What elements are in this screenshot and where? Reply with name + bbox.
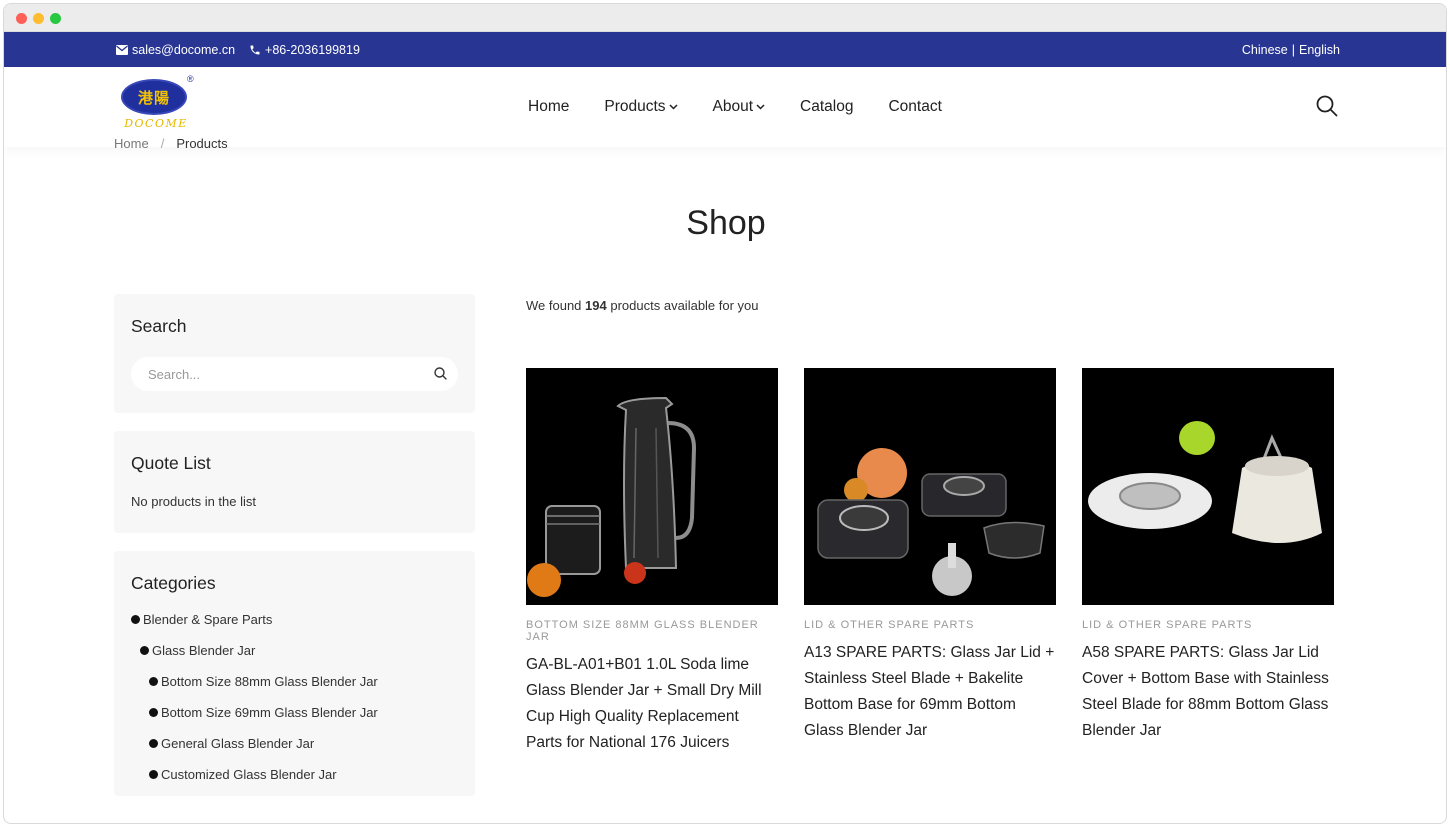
bullet-icon <box>149 677 158 686</box>
browser-window: sales@docome.cn +86-2036199819 Chinese |… <box>3 3 1447 824</box>
nav-contact-label: Contact <box>888 98 942 115</box>
categories-title: Categories <box>131 573 216 593</box>
category-item[interactable]: Customized Glass Blender Jar <box>131 759 458 790</box>
window-titlebar <box>4 4 1446 32</box>
product-card[interactable]: LID & OTHER SPARE PARTS A13 SPARE PARTS:… <box>804 368 1056 756</box>
nav-about[interactable]: About <box>713 98 766 116</box>
nav-products[interactable]: Products <box>604 98 678 116</box>
product-title[interactable]: GA-BL-A01+B01 1.0L Soda lime Glass Blend… <box>526 652 778 756</box>
results-prefix: We found <box>526 298 582 313</box>
category-label: Blender & Spare Parts <box>143 612 273 627</box>
results-count: 194 <box>585 298 607 313</box>
main-nav: Home Products About Catalog Contact <box>528 67 942 147</box>
nav-products-label: Products <box>604 98 666 115</box>
search-widget: Search <box>114 294 475 413</box>
email-text: sales@docome.cn <box>132 42 236 57</box>
quote-list-empty: No products in the list <box>131 494 257 509</box>
breadcrumb-separator: / <box>160 136 165 151</box>
product-card[interactable]: LID & OTHER SPARE PARTS A58 SPARE PARTS:… <box>1082 368 1334 756</box>
category-item[interactable]: General Glass Blender Jar <box>131 728 458 759</box>
category-item[interactable]: Bottom Size 88mm Glass Blender Jar <box>131 666 458 697</box>
logo-cn-text: 港陽 <box>137 88 170 107</box>
category-item[interactable]: Bottom Size 69mm Glass Blender Jar <box>131 697 458 728</box>
search-submit-button[interactable] <box>434 367 447 385</box>
bullet-icon <box>149 770 158 779</box>
categories-widget: Categories Blender & Spare Parts Glass B… <box>114 551 475 796</box>
top-contact-bar: sales@docome.cn +86-2036199819 Chinese |… <box>4 32 1446 67</box>
search-icon <box>434 367 447 380</box>
search-widget-title: Search <box>131 316 187 336</box>
nav-home[interactable]: Home <box>528 98 569 116</box>
breadcrumb: Home / Products <box>114 136 228 151</box>
bullet-icon <box>149 708 158 717</box>
phone-link[interactable]: +86-2036199819 <box>249 43 360 57</box>
phone-icon <box>250 45 260 54</box>
product-category[interactable]: BOTTOM SIZE 88MM GLASS BLENDER JAR <box>526 619 778 643</box>
category-label: General Glass Blender Jar <box>161 736 315 751</box>
nav-catalog[interactable]: Catalog <box>800 98 853 116</box>
category-label: Customized Glass Blender Jar <box>161 767 337 782</box>
product-category[interactable]: LID & OTHER SPARE PARTS <box>1082 619 1334 631</box>
chevron-down-icon <box>669 104 678 110</box>
close-window-button[interactable] <box>16 13 27 24</box>
product-category[interactable]: LID & OTHER SPARE PARTS <box>804 619 1056 631</box>
quote-list-widget: Quote List No products in the list <box>114 431 475 533</box>
product-grid: BOTTOM SIZE 88MM GLASS BLENDER JAR GA-BL… <box>526 368 1334 756</box>
nav-catalog-label: Catalog <box>800 98 854 115</box>
logo-emblem: 港陽 <box>121 79 187 115</box>
page-title: Shop <box>686 204 766 242</box>
header-search-button[interactable] <box>1316 95 1338 122</box>
spare-parts-photo <box>804 368 1056 605</box>
site-header: 港陽 ® DOCOME Home Products About Catalog … <box>4 67 1446 147</box>
product-image[interactable] <box>804 368 1056 605</box>
product-title[interactable]: A58 SPARE PARTS: Glass Jar Lid Cover + B… <box>1082 640 1334 744</box>
quote-list-title: Quote List <box>131 453 211 473</box>
bullet-icon <box>149 739 158 748</box>
sidebar: Search Quote List No products in the lis… <box>114 294 475 814</box>
lang-separator: | <box>1291 42 1295 57</box>
breadcrumb-home-link[interactable]: Home <box>114 136 149 151</box>
breadcrumb-current: Products <box>176 136 228 151</box>
maximize-window-button[interactable] <box>50 13 61 24</box>
site-logo[interactable]: 港陽 ® DOCOME <box>116 74 196 135</box>
nav-about-label: About <box>712 98 754 115</box>
shop-main: We found 194 products available for you <box>526 294 1338 751</box>
category-label: Glass Blender Jar <box>152 643 256 658</box>
category-item[interactable]: Blender & Spare Parts <box>131 604 458 635</box>
category-item[interactable]: Glass Blender Jar <box>131 635 458 666</box>
category-label: Bottom Size 69mm Glass Blender Jar <box>161 705 378 720</box>
product-title[interactable]: A13 SPARE PARTS: Glass Jar Lid + Stainle… <box>804 640 1056 744</box>
bullet-icon <box>131 615 140 624</box>
bullet-icon <box>140 646 149 655</box>
language-switcher: Chinese | English <box>1242 43 1340 57</box>
product-card[interactable]: BOTTOM SIZE 88MM GLASS BLENDER JAR GA-BL… <box>526 368 778 756</box>
results-count-text: We found 194 products available for you <box>526 298 1338 313</box>
email-link[interactable]: sales@docome.cn <box>116 43 235 57</box>
lid-and-base-photo <box>1082 368 1334 605</box>
logo-wordmark: DOCOME <box>124 117 188 130</box>
category-label: Bottom Size 88mm Glass Blender Jar <box>161 674 378 689</box>
envelope-icon <box>116 44 128 55</box>
search-input[interactable] <box>148 366 428 382</box>
product-image[interactable] <box>526 368 778 605</box>
product-image[interactable] <box>1082 368 1334 605</box>
search-box <box>131 357 458 391</box>
minimize-window-button[interactable] <box>33 13 44 24</box>
results-suffix: products available for you <box>610 298 759 313</box>
nav-home-label: Home <box>528 98 570 115</box>
lang-english-link[interactable]: English <box>1299 43 1340 57</box>
search-icon <box>1316 95 1338 117</box>
phone-text: +86-2036199819 <box>265 42 360 57</box>
logo-registered-mark: ® <box>187 74 194 84</box>
lang-chinese-link[interactable]: Chinese <box>1242 43 1288 57</box>
chevron-down-icon <box>756 104 765 110</box>
glass-jar-photo <box>526 368 778 605</box>
nav-contact[interactable]: Contact <box>888 98 941 116</box>
